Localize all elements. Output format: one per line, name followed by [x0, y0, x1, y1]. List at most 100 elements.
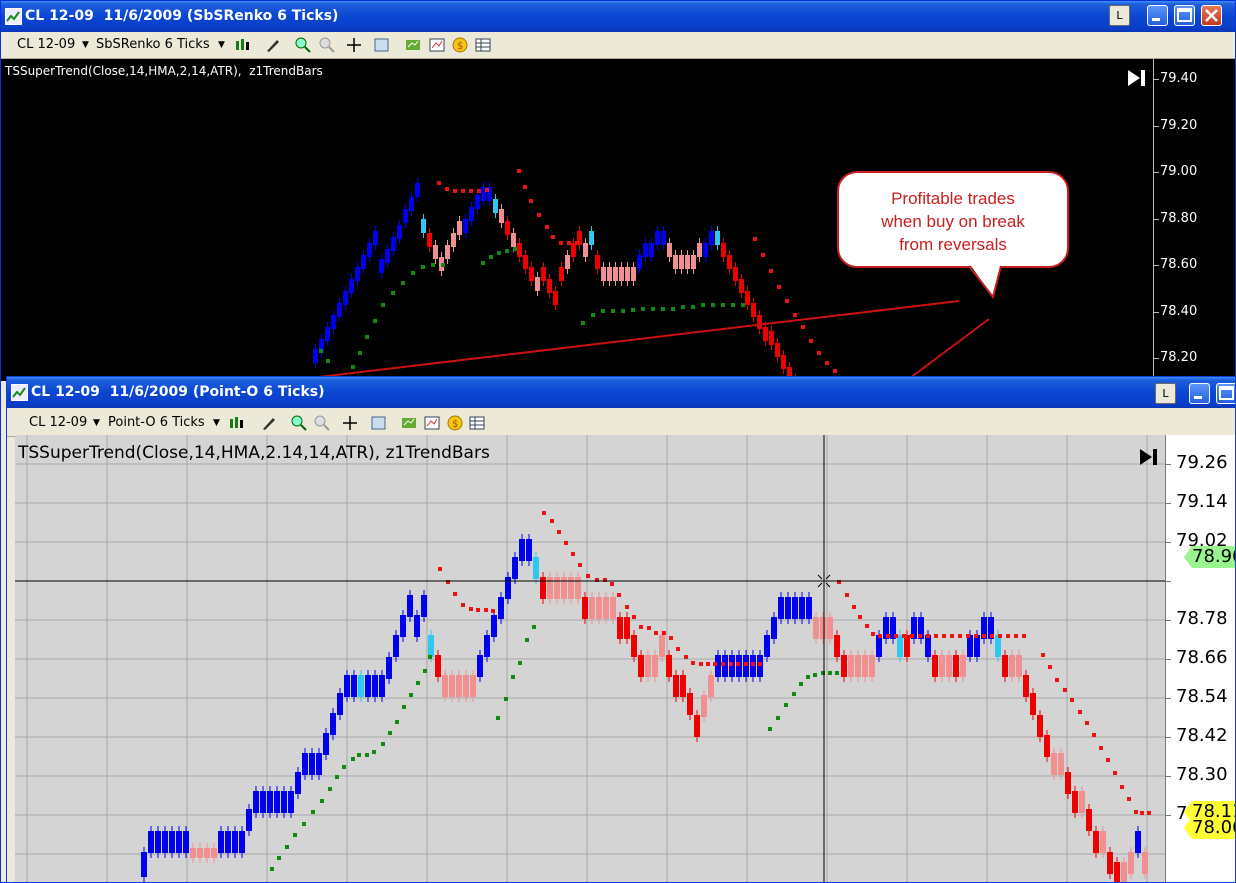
supertrend-down-dot: [845, 593, 849, 597]
brick: [386, 657, 392, 679]
supertrend-up-dot: [835, 671, 839, 675]
brick: [421, 595, 427, 617]
go-to-end-icon[interactable]: [1138, 447, 1160, 467]
brick: [939, 655, 945, 677]
brick: [960, 655, 966, 677]
brick: [1121, 862, 1127, 882]
brick: [610, 597, 616, 619]
brick: [589, 597, 595, 619]
brick: [519, 539, 525, 561]
maximize-icon: [1219, 386, 1234, 400]
supertrend-up-dot: [511, 675, 515, 679]
brick: [295, 772, 301, 794]
bar-type-selector[interactable]: Point-O 6 Ticks: [108, 415, 205, 430]
supertrend-down-dot: [729, 662, 733, 666]
candlestick-icon[interactable]: [229, 415, 245, 431]
supertrend-up-dot: [525, 638, 529, 642]
crosshair-icon[interactable]: [342, 415, 358, 431]
supertrend-down-dot: [647, 626, 651, 630]
brick: [330, 713, 336, 735]
brick: [267, 791, 273, 813]
grid-icon[interactable]: [469, 415, 485, 431]
brick: [246, 809, 252, 831]
brick: [211, 848, 217, 858]
point-o-price-chart[interactable]: TSSuperTrend(Close,14,HMA,2.14,14,ATR), …: [15, 435, 1235, 882]
brick: [239, 831, 245, 853]
supertrend-up-dot: [409, 693, 413, 697]
point-o-plot-area: [15, 435, 1165, 882]
brick: [1037, 715, 1043, 737]
price-axis[interactable]: 79.26 79.14 79.02 78.78 78.66 78.54 78.42 78.30…: [1165, 435, 1235, 882]
brick: [673, 675, 679, 697]
chart-properties-icon[interactable]: [424, 415, 440, 431]
brick: [771, 617, 777, 639]
supertrend-down-dot: [950, 634, 954, 638]
brick: [323, 733, 329, 755]
supertrend-down-dot: [934, 634, 938, 638]
supertrend-up-dot: [311, 810, 315, 814]
brick: [568, 577, 574, 599]
supertrend-down-dot: [1014, 634, 1018, 638]
axis-tick-label: 78.42: [1176, 725, 1228, 746]
symbol-selector[interactable]: CL 12-09: [29, 415, 87, 430]
brick: [862, 655, 868, 677]
supertrend-down-dot: [654, 631, 658, 635]
axis-tick-label: 79.26: [1176, 452, 1228, 473]
supertrend-down-dot: [476, 608, 480, 612]
supertrend-down-dot: [691, 661, 695, 665]
minimize-icon: [1194, 396, 1202, 399]
brick: [820, 617, 826, 639]
supertrend-down-dot: [1070, 698, 1074, 702]
dropdown-arrow-icon[interactable]: ▼: [93, 418, 100, 428]
supertrend-up-dot: [270, 867, 274, 871]
pencil-icon[interactable]: [261, 415, 277, 431]
brick: [379, 675, 385, 697]
supertrend-up-dot: [813, 673, 817, 677]
brick: [477, 655, 483, 677]
supertrend-down-dot: [706, 662, 710, 666]
point-o-chart-window[interactable]: CL 12-09 11/6/2009 (Point-O 6 Ticks) L C…: [6, 376, 1236, 883]
brick: [925, 635, 931, 657]
zoom-out-icon[interactable]: [314, 415, 330, 431]
supertrend-down-dot: [744, 662, 748, 666]
minimize-button[interactable]: [1189, 383, 1210, 404]
link-button[interactable]: L: [1155, 383, 1176, 404]
brick: [799, 597, 805, 619]
brick: [1107, 852, 1113, 874]
maximize-button[interactable]: [1216, 383, 1235, 404]
brick: [792, 597, 798, 619]
brick: [680, 675, 686, 697]
supertrend-down-dot: [676, 647, 680, 651]
brick: [638, 655, 644, 677]
supertrend-down-dot: [942, 634, 946, 638]
supertrend-down-dot: [1055, 678, 1059, 682]
supertrend-down-dot: [1147, 811, 1151, 815]
supertrend-up-dot: [395, 720, 399, 724]
axis-tick-label: 78.78: [1176, 608, 1228, 629]
supertrend-down-dot: [469, 607, 473, 611]
brick: [218, 831, 224, 853]
brick: [414, 615, 420, 637]
supertrend-down-dot: [699, 662, 703, 666]
data-box-icon[interactable]: [371, 415, 387, 431]
supertrend-up-dot: [504, 697, 508, 701]
brick: [1086, 809, 1092, 831]
price-tag: 78.06: [1184, 817, 1235, 839]
indicator-label: TSSuperTrend(Close,14,HMA,2.14,14,ATR), …: [18, 443, 490, 463]
brick: [449, 675, 455, 697]
brick: [631, 635, 637, 657]
axis-tick-mark: [1166, 620, 1171, 621]
brick: [428, 635, 434, 657]
zoom-in-icon[interactable]: [291, 415, 307, 431]
supertrend-down-dot: [713, 662, 717, 666]
brick: [316, 753, 322, 775]
brick: [946, 655, 952, 677]
strategy-icon[interactable]: [401, 415, 417, 431]
brick: [253, 791, 259, 813]
money-icon[interactable]: $: [447, 415, 463, 431]
title-bar[interactable]: CL 12-09 11/6/2009 (Point-O 6 Ticks) L: [7, 377, 1235, 408]
brick: [463, 675, 469, 697]
dropdown-arrow-icon[interactable]: ▼: [213, 418, 220, 428]
price-tag: 78.90: [1184, 546, 1235, 568]
brick: [1114, 862, 1120, 882]
